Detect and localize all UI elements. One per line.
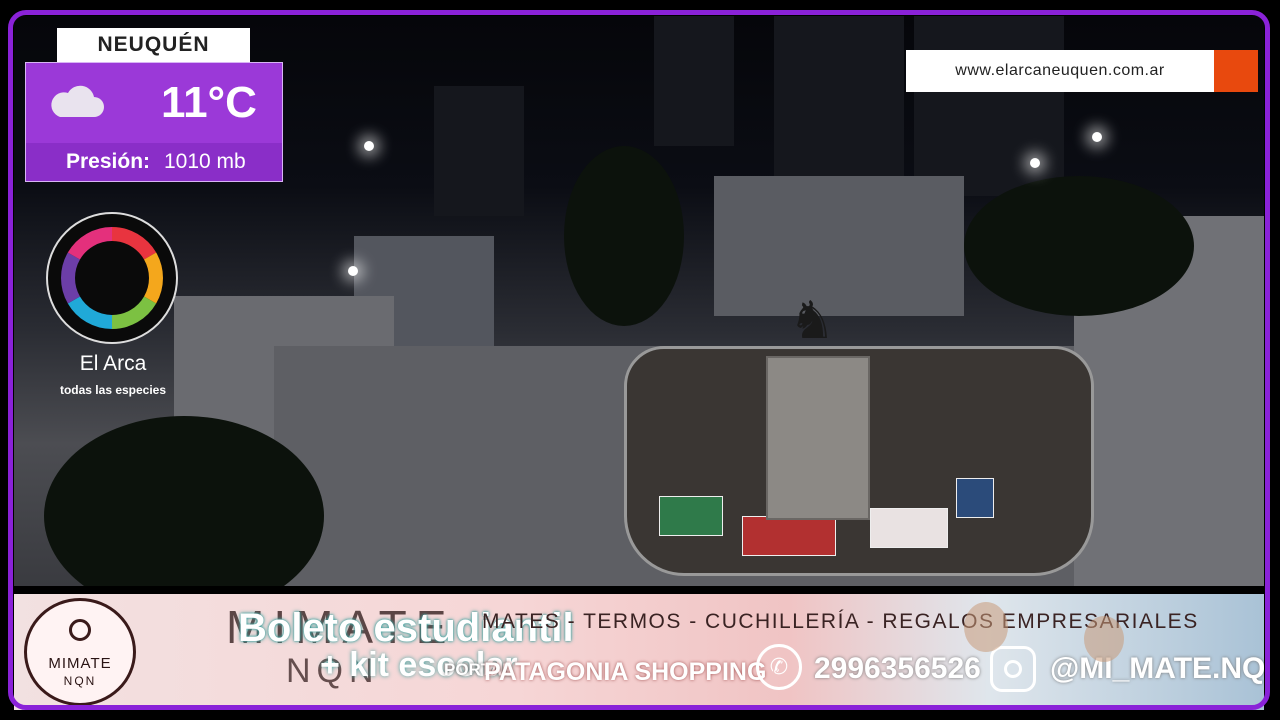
temperature: 11°C: [161, 78, 257, 127]
weather-city: NEUQUÉN: [57, 28, 250, 62]
building: [434, 86, 524, 216]
fence-banner: [659, 496, 723, 536]
weather-main-row: 11°C: [26, 63, 282, 141]
fence-banner: [956, 478, 994, 518]
channel-tagline: todas las especies: [59, 383, 167, 397]
ad-phone-number: 2996356526: [814, 652, 981, 685]
pressure-row: Presión: 1010 mb: [26, 143, 282, 181]
tree: [564, 146, 684, 326]
advertisement-banner: MIMATE NQN MIMATE NQN Boleto estudiantil…: [14, 594, 1264, 710]
equestrian-statue: ♞: [788, 292, 836, 350]
url-accent-block: [1214, 50, 1258, 92]
mimate-logo-text: MIMATE: [48, 655, 112, 672]
ad-photo-child: [964, 602, 1008, 652]
fence-banner: [742, 516, 836, 556]
street-lamp: [1092, 132, 1102, 142]
building: [914, 16, 1064, 196]
weather-panel: 11°C Presión: 1010 mb: [25, 62, 283, 182]
mimate-logo-sub: NQN: [63, 674, 97, 688]
ad-mall-name: PATAGONIA SHOPPING: [484, 658, 767, 686]
fence-banner: [870, 508, 948, 548]
mimate-logo: MIMATE NQN: [24, 598, 136, 706]
building: [774, 16, 904, 176]
pressure-label: Presión:: [66, 150, 151, 173]
instagram-icon: [990, 646, 1036, 692]
street-lamp: [364, 141, 374, 151]
whatsapp-icon: ✆: [756, 644, 802, 690]
el-arca-logo-icon: [60, 227, 163, 330]
ad-instagram-handle: @MI_MATE.NQN: [1050, 652, 1264, 685]
el-arca-logo: [46, 212, 178, 344]
channel-url: www.elarcaneuquen.com.ar: [906, 50, 1214, 92]
channel-name: El Arca: [79, 352, 147, 375]
cloud-icon: [51, 85, 104, 117]
tree: [964, 176, 1194, 316]
ad-photo-child: [1084, 616, 1124, 662]
monument-pedestal: [766, 356, 870, 520]
street-lamp: [348, 266, 358, 276]
street-lamp: [1030, 158, 1040, 168]
pressure-value: 1010 mb: [164, 150, 246, 173]
mate-cup-icon: [69, 619, 91, 641]
building: [654, 16, 734, 146]
stream-frame: ♞ NEUQUÉN 11°C Presión: 1010 mb El Arca …: [0, 0, 1280, 720]
